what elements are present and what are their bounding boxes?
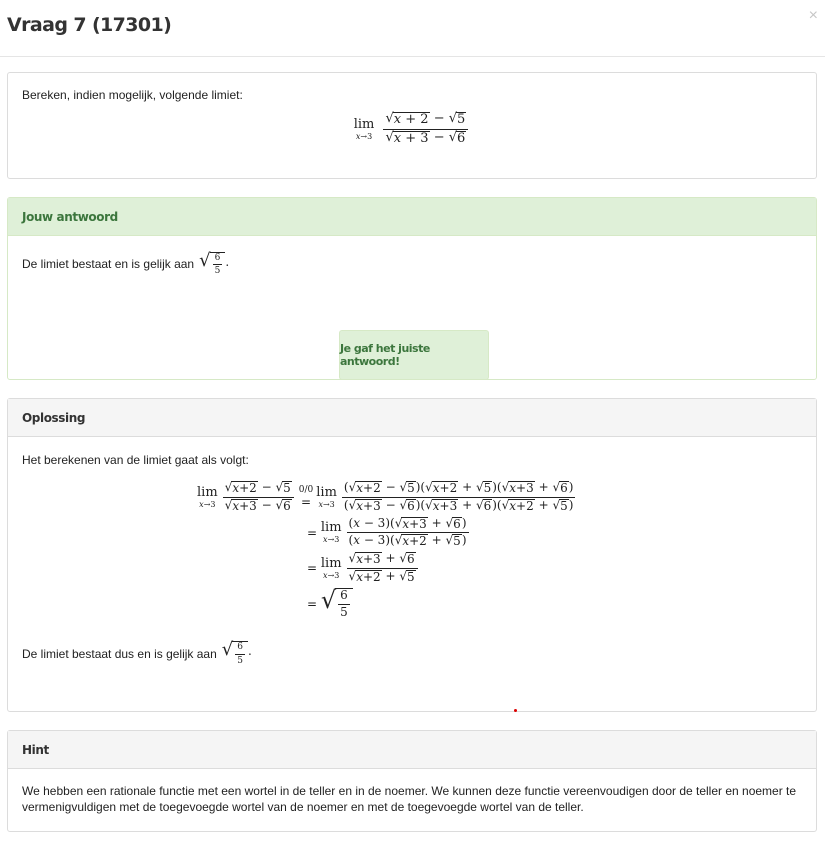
- question-panel: Bereken, indien mogelijk, volgende limie…: [7, 72, 817, 179]
- solution-derivation: lim x→3 √ x+2 − √ 5 √ x+3 − √ 6 0/0 = lim x→3 …: [197, 480, 802, 620]
- question-text: Bereken, indien mogelijk, volgende limie…: [22, 88, 243, 102]
- answer-value: √ 6 5.: [199, 250, 230, 277]
- close-button[interactable]: ×: [809, 8, 818, 24]
- modal-header: Vraag 7 (17301) ×: [0, 0, 825, 57]
- solution-conclusion: De limiet bestaat dus en is gelijk aan: [22, 646, 217, 661]
- derivation-step-4: = √ 6 5: [307, 587, 802, 620]
- modal-title: Vraag 7 (17301): [7, 14, 172, 36]
- hint-text: We hebben een rationale functie met een …: [22, 784, 797, 814]
- solution-panel: Oplossing Het berekenen van de limiet ga…: [7, 398, 817, 712]
- solution-intro: Het berekenen van de limiet gaat als vol…: [22, 453, 249, 467]
- answer-heading: Jouw antwoord: [8, 198, 816, 236]
- answer-text: De limiet bestaat en is gelijk aan: [22, 257, 195, 272]
- cursor-dot: [514, 709, 517, 712]
- hint-heading: Hint: [8, 731, 816, 769]
- solution-heading: Oplossing: [8, 399, 816, 437]
- indeterminate-form: 0/0: [298, 485, 314, 496]
- answer-panel: Jouw antwoord De limiet bestaat en is ge…: [7, 197, 817, 380]
- derivation-step-1: lim x→3 √ x+2 − √ 5 √ x+3 − √ 6 0/0 = lim x→3 …: [197, 480, 576, 513]
- hint-panel: Hint We hebben een rationale functie met…: [7, 730, 817, 832]
- question-formula: lim x→3 √ x + 2 − √ 5 √ x + 3 − √ 6: [22, 111, 802, 147]
- solution-value: √ 6 5.: [221, 639, 252, 666]
- derivation-step-2: = lim x→3 (x − 3)(√ x+3 + √ 6) (x − 3)(√ x+2…: [307, 515, 469, 549]
- derivation-step-3: = lim x→3 √ x+3 + √ 6 √ x+2 + √ 5: [307, 551, 802, 585]
- correct-answer-alert: Je gaf het juiste antwoord!: [339, 330, 489, 380]
